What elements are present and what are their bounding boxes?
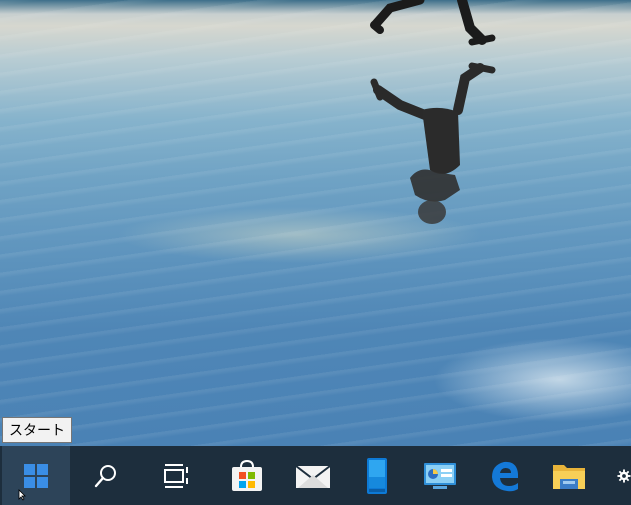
mouse-cursor-icon	[18, 489, 26, 501]
microsoft-store-button[interactable]	[213, 446, 281, 505]
folder-icon	[553, 464, 585, 489]
edge-icon	[492, 461, 518, 491]
water-reflection	[0, 0, 631, 446]
control-panel-icon	[424, 462, 456, 489]
mail-button[interactable]	[279, 446, 347, 505]
settings-button[interactable]	[597, 446, 631, 505]
edge-button[interactable]	[471, 446, 539, 505]
windows-logo-icon	[24, 463, 48, 488]
phone-button[interactable]	[343, 446, 411, 505]
runner-silhouette	[370, 0, 496, 224]
search-icon	[94, 464, 116, 487]
control-panel-button[interactable]	[406, 446, 474, 505]
file-explorer-button[interactable]	[535, 446, 603, 505]
store-icon	[232, 459, 262, 491]
start-button[interactable]	[2, 446, 70, 505]
start-tooltip: スタート	[2, 417, 72, 443]
mail-icon	[295, 464, 331, 488]
taskbar	[0, 446, 631, 505]
desktop-wallpaper	[0, 0, 631, 446]
search-button[interactable]	[72, 446, 140, 505]
task-view-button[interactable]	[143, 446, 211, 505]
gear-icon	[617, 468, 631, 483]
task-view-icon	[164, 463, 188, 488]
phone-icon	[367, 457, 387, 494]
